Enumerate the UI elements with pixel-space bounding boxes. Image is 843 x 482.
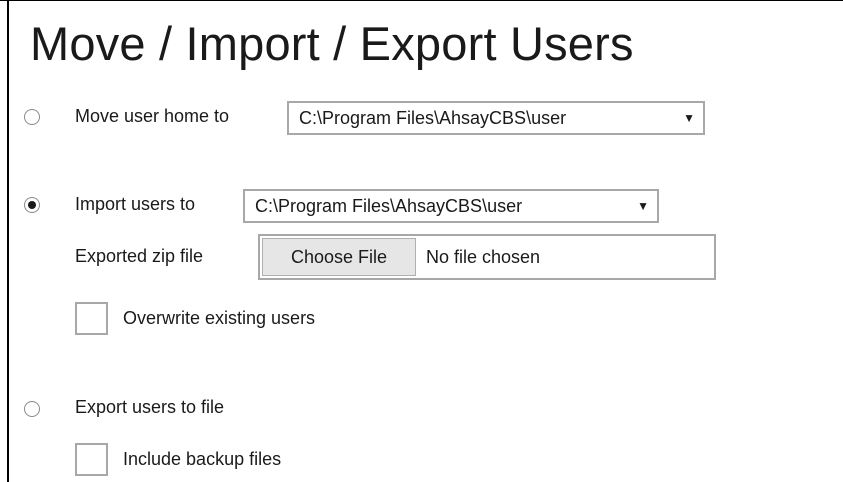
include-backup-files-label: Include backup files	[123, 449, 282, 469]
left-border	[7, 0, 9, 482]
import-users-label: Import users to	[75, 194, 196, 214]
export-users-label: Export users to file	[75, 397, 225, 417]
move-user-home-label: Move user home to	[75, 106, 230, 126]
move-path-value: C:\Program Files\AhsayCBS\user	[299, 108, 567, 128]
export-users-radio[interactable]	[24, 401, 40, 417]
import-path-value: C:\Program Files\AhsayCBS\user	[255, 196, 523, 216]
include-backup-files-checkbox[interactable]	[75, 443, 108, 476]
import-users-path-select[interactable]: C:\Program Files\AhsayCBS\user ▼	[243, 189, 659, 223]
choose-file-button[interactable]: Choose File	[262, 238, 416, 276]
page-title: Move / Import / Export Users	[30, 17, 634, 70]
chevron-down-icon: ▼	[683, 111, 695, 125]
import-export-panel: Move / Import / Export Users Move user h…	[0, 0, 843, 482]
exported-zip-file-label: Exported zip file	[75, 246, 204, 266]
overwrite-existing-users-label: Overwrite existing users	[123, 308, 316, 328]
exported-zip-file-input[interactable]: Choose File No file chosen	[258, 234, 716, 280]
no-file-chosen-text: No file chosen	[426, 247, 541, 267]
overwrite-existing-users-checkbox[interactable]	[75, 302, 108, 335]
move-user-home-path-select[interactable]: C:\Program Files\AhsayCBS\user ▼	[287, 101, 705, 135]
move-user-home-radio[interactable]	[24, 109, 40, 125]
top-border	[0, 0, 843, 1]
import-users-radio[interactable]	[24, 197, 40, 213]
chevron-down-icon: ▼	[637, 199, 649, 213]
